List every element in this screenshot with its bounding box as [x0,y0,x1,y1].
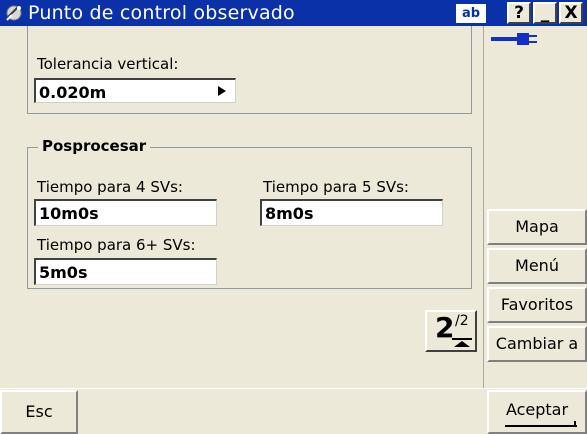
switch-to-button[interactable]: Cambiar a [487,326,587,362]
close-button[interactable]: X [559,2,583,24]
status-panel [485,26,587,206]
up-triangle-icon [452,338,472,347]
time-4sv-field[interactable]: 10m0s [34,199,217,226]
vertical-tolerance-arrow-button[interactable] [211,78,236,103]
time-5sv-field[interactable]: 8m0s [260,199,443,226]
time-6sv-field[interactable]: 5m0s [34,258,217,285]
help-button[interactable]: ? [507,2,531,24]
favorites-button[interactable]: Favoritos [487,287,587,323]
vertical-tolerance-label: Tolerancia vertical: [37,55,179,73]
map-button[interactable]: Mapa [487,209,587,245]
accept-button[interactable]: Aceptar [487,390,587,434]
window-title: Punto de control observado [28,2,295,24]
vertical-tolerance-field[interactable]: 0.020m [34,78,212,103]
page-toggle-button[interactable]: 2 /2 [425,310,477,352]
right-triangle-icon [218,86,226,96]
postprocess-group-title: Posprocesar [38,137,151,155]
enter-key-icon [505,421,577,427]
esc-button[interactable]: Esc [0,390,78,434]
time-6sv-label: Tiempo para 6+ SVs: [37,236,196,254]
satellite-dish-icon [4,3,24,23]
minimize-button[interactable]: _ [533,2,557,24]
input-mode-badge[interactable]: ab [456,4,486,23]
time-4sv-label: Tiempo para 4 SVs: [37,178,183,196]
total-pages: /2 [455,313,469,329]
power-plug-icon [491,33,537,45]
menu-button[interactable]: Menú [487,248,587,284]
time-5sv-label: Tiempo para 5 SVs: [263,178,409,196]
